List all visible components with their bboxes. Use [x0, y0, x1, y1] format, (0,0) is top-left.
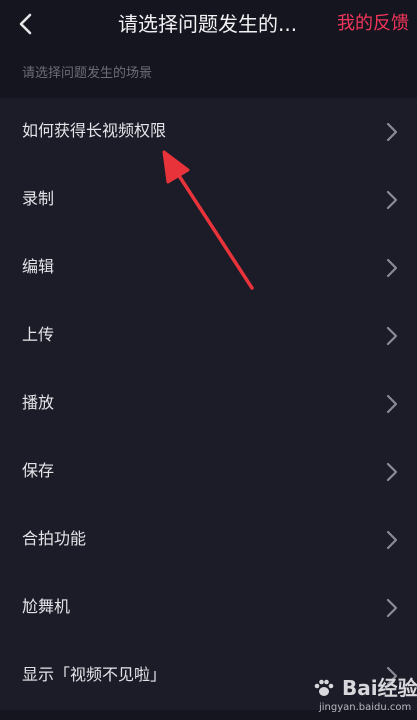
back-arrow-icon	[19, 13, 32, 35]
watermark-url: jingyan.baidu.com	[319, 702, 412, 713]
list-item-long-video-permission[interactable]: 如何获得长视频权限	[0, 98, 417, 166]
scenario-list: 如何获得长视频权限 录制 编辑 上传 播放 保存 合拍功能 尬舞机 显示「视频不…	[0, 98, 417, 710]
chevron-right-icon	[386, 530, 398, 550]
list-item-record[interactable]: 录制	[0, 166, 417, 234]
back-button[interactable]	[10, 8, 42, 40]
screen: 请选择问题发生的... 我的反馈 请选择问题发生的场景 如何获得长视频权限 录制…	[0, 0, 417, 720]
list-item-duet[interactable]: 合拍功能	[0, 506, 417, 574]
list-item-label: 合拍功能	[22, 529, 87, 548]
my-feedback-link[interactable]: 我的反馈	[337, 13, 409, 35]
list-item-label: 保存	[22, 461, 55, 480]
list-item-label: 编辑	[22, 257, 55, 276]
watermark: Bai经验 jingyan.baidu.com	[313, 676, 417, 716]
chevron-right-icon	[386, 258, 398, 278]
list-item-edit[interactable]: 编辑	[0, 234, 417, 302]
chevron-right-icon	[386, 122, 398, 142]
list-item-upload[interactable]: 上传	[0, 302, 417, 370]
chevron-right-icon	[386, 598, 398, 618]
chevron-right-icon	[386, 394, 398, 414]
list-item-playback[interactable]: 播放	[0, 370, 417, 438]
list-item-label: 尬舞机	[22, 597, 71, 616]
list-item-label: 播放	[22, 393, 55, 412]
chevron-right-icon	[386, 190, 398, 210]
watermark-logo: Bai经验	[313, 676, 417, 700]
list-item-label: 显示「视频不见啦」	[22, 665, 167, 684]
list-item-label: 如何获得长视频权限	[22, 121, 167, 140]
page-title: 请选择问题发生的...	[118, 12, 298, 36]
chevron-right-icon	[386, 326, 398, 346]
list-item-label: 上传	[22, 325, 55, 344]
chevron-right-icon	[386, 462, 398, 482]
list-item-label: 录制	[22, 189, 55, 208]
watermark-brand: Bai经验	[341, 676, 417, 700]
list-item-save[interactable]: 保存	[0, 438, 417, 506]
paw-icon	[314, 679, 334, 696]
list-item-dance-machine[interactable]: 尬舞机	[0, 574, 417, 642]
section-hint: 请选择问题发生的场景	[22, 66, 153, 81]
header: 请选择问题发生的... 我的反馈	[0, 0, 417, 48]
